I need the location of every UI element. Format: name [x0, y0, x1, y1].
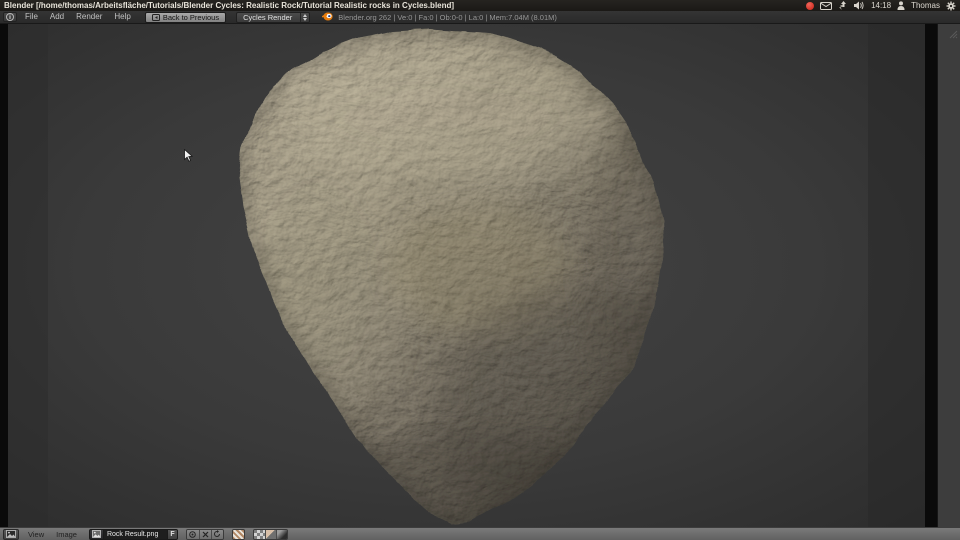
channel-color-icon[interactable] — [264, 529, 276, 539]
uv-image-editor — [0, 24, 960, 527]
fake-user-button[interactable]: F — [166, 528, 178, 540]
network-icon[interactable] — [838, 1, 848, 10]
system-tray: 14:18 Thomas — [806, 1, 956, 11]
gear-icon[interactable] — [946, 1, 956, 11]
rendered-image-canvas[interactable] — [8, 24, 925, 527]
browse-image-icon — [92, 530, 101, 538]
pin-image-icon[interactable] — [186, 529, 199, 539]
image-name-field[interactable]: Rock Result.png — [103, 528, 167, 540]
image-editor-icon — [6, 530, 16, 538]
back-icon — [151, 13, 160, 21]
rendered-rock-image — [8, 24, 925, 527]
refresh-image-icon[interactable] — [210, 529, 223, 539]
os-top-panel: Blender [/home/thomas/Arbeitsfläche/Tuto… — [0, 0, 960, 11]
area-corner-grip-icon[interactable] — [948, 26, 958, 44]
menu-render[interactable]: Render — [70, 11, 108, 23]
editor-type-button[interactable] — [3, 12, 17, 22]
channel-color-alpha-icon[interactable] — [253, 529, 265, 539]
image-editor-type-button[interactable] — [3, 528, 19, 540]
image-editor-header: View Image Rock Result.png F — [0, 527, 960, 540]
back-to-previous-button[interactable]: Back to Previous — [144, 11, 227, 23]
menu-help[interactable]: Help — [108, 11, 136, 23]
record-indicator-icon[interactable] — [806, 1, 815, 10]
volume-icon[interactable] — [854, 1, 865, 10]
mouse-cursor — [184, 148, 194, 167]
menu-image[interactable]: Image — [50, 530, 83, 539]
image-tools-group — [185, 528, 224, 540]
menu-view[interactable]: View — [22, 530, 50, 539]
mail-icon[interactable] — [820, 1, 833, 10]
engine-stepper-icon[interactable] — [300, 12, 309, 22]
blender-info-header: File Add Render Help Back to Previous Cy… — [0, 11, 960, 24]
clock-label[interactable]: 14:18 — [871, 1, 891, 10]
menu-file[interactable]: File — [19, 11, 44, 23]
unlink-image-icon[interactable] — [198, 529, 211, 539]
adjacent-editor-area — [937, 24, 960, 527]
browse-image-button[interactable] — [88, 528, 104, 540]
render-engine-select[interactable]: Cycles Render — [236, 11, 311, 23]
image-datablock: Rock Result.png F — [88, 528, 178, 540]
channel-zbuffer-icon[interactable] — [275, 529, 287, 539]
menu-add[interactable]: Add — [44, 11, 70, 23]
back-to-previous-label: Back to Previous — [162, 12, 220, 22]
display-channels-group — [252, 528, 288, 540]
scene-stats-label: Blender.org 262 | Ve:0 | Fa:0 | Ob:0-0 |… — [338, 12, 557, 22]
session-user-label[interactable]: Thomas — [911, 1, 940, 10]
blender-window: Blender [/home/thomas/Arbeitsfläche/Tuto… — [0, 0, 960, 540]
render-engine-value: Cycles Render — [243, 12, 293, 22]
window-title: Blender [/home/thomas/Arbeitsfläche/Tuto… — [4, 1, 455, 10]
image-paint-mode-icon[interactable] — [231, 528, 245, 540]
user-icon — [897, 1, 905, 10]
